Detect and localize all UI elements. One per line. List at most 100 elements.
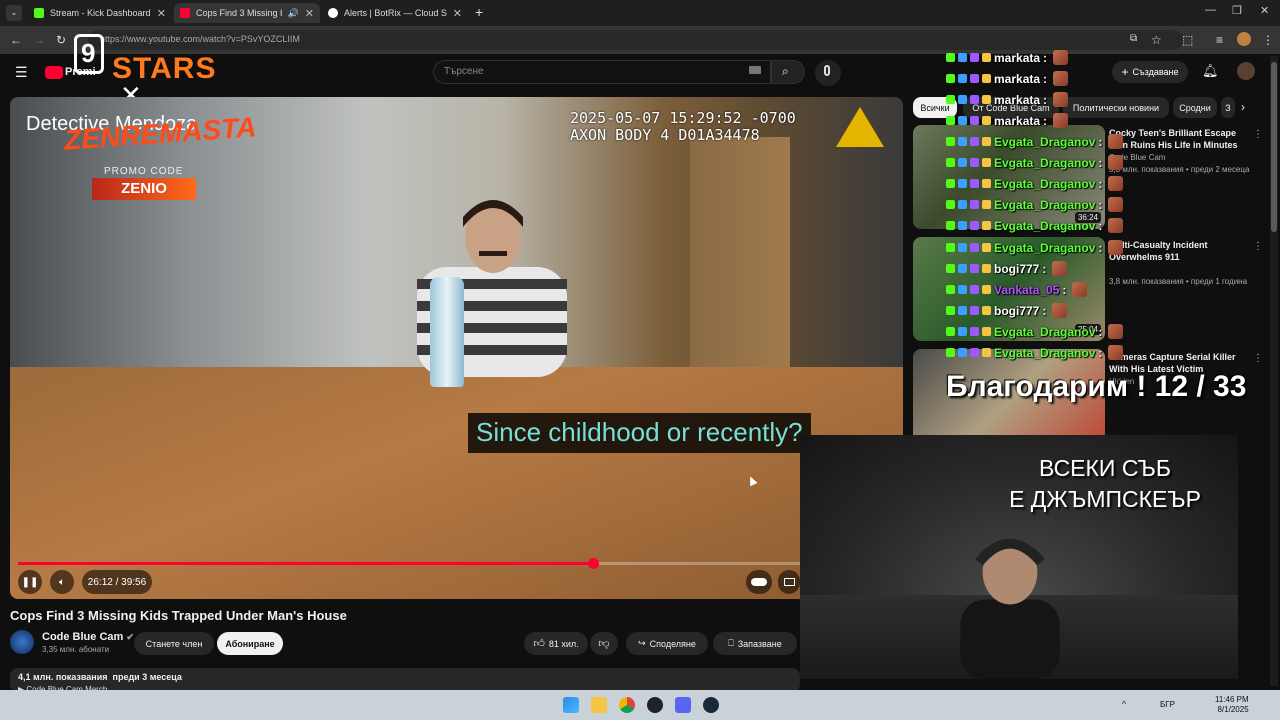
more-options-icon[interactable]: ⋮	[1253, 353, 1263, 364]
speaker-icon[interactable]: 🔊	[288, 8, 299, 19]
chat-badge-icon	[946, 306, 955, 315]
autoplay-toggle[interactable]	[746, 570, 772, 594]
chat-message: Evgata_Draganov:	[946, 176, 1124, 191]
voice-search-button[interactable]	[815, 60, 841, 86]
axon-logo-icon	[836, 107, 884, 147]
reload-icon[interactable]: ↻	[56, 33, 66, 47]
search-button[interactable]: ⌕	[771, 60, 805, 84]
steam-icon[interactable]	[703, 697, 719, 713]
bookmark-star-icon[interactable]: ☆	[1151, 33, 1162, 47]
chat-badge-icon	[958, 74, 967, 83]
channel-avatar[interactable]	[10, 630, 34, 654]
language-indicator[interactable]: БГР	[1160, 700, 1175, 709]
chat-emote-icon	[1108, 176, 1124, 191]
subscriber-count: 3,35 млн. абонати	[42, 645, 110, 654]
save-button[interactable]: ⎕ Запазване	[713, 632, 797, 655]
minimize-icon[interactable]: —	[1205, 4, 1216, 16]
youtube-logo-icon[interactable]	[45, 66, 63, 79]
new-tab-button[interactable]: +	[475, 4, 483, 20]
tab-search-icon[interactable]: ⌄	[6, 5, 22, 21]
back-icon[interactable]: ←	[10, 33, 22, 47]
discord-icon[interactable]	[675, 697, 691, 713]
youtube-favicon-icon	[180, 8, 190, 18]
chat-badge-icon	[970, 200, 979, 209]
chat-message: Evgata_Draganov:	[946, 218, 1124, 233]
chrome-icon[interactable]	[619, 697, 635, 713]
chat-message: Evgata_Draganov:	[946, 240, 1124, 255]
media-controls-icon[interactable]: ≡	[1216, 33, 1223, 47]
more-options-icon[interactable]: ⋮	[1253, 129, 1263, 140]
dislike-button[interactable]: 👎︎	[590, 632, 618, 655]
chat-separator: :	[1098, 345, 1103, 360]
url-field[interactable]: https://www.youtube.com/watch?v=PSvYOZCL…	[88, 30, 1183, 50]
more-options-icon[interactable]: ⋮	[1253, 241, 1263, 252]
tray-chevron-icon[interactable]: ^	[1122, 699, 1126, 709]
hamburger-menu-icon[interactable]: ☰	[15, 64, 28, 81]
chat-badge-icon	[970, 53, 979, 62]
chat-username: bogi777	[994, 303, 1040, 318]
chat-badge-icon	[946, 264, 955, 273]
extensions-icon[interactable]: ⬚	[1182, 33, 1193, 47]
promo-code: ZENIO	[92, 178, 196, 200]
chat-separator: :	[1043, 113, 1048, 128]
tab-kick-dashboard[interactable]: Stream - Kick Dashboard ✕	[28, 3, 172, 23]
chat-badge-icon	[946, 285, 955, 294]
chat-badge-icon	[958, 158, 967, 167]
forward-icon[interactable]: →	[33, 33, 45, 47]
chat-message: bogi777:	[946, 261, 1068, 276]
chat-badge-icon	[946, 179, 955, 188]
chevron-right-icon[interactable]: ›	[1241, 100, 1245, 114]
create-button[interactable]: + Създаване	[1112, 61, 1188, 83]
chat-badge-icon	[946, 243, 955, 252]
chat-separator: :	[1042, 261, 1047, 276]
chat-badge-icon	[958, 53, 967, 62]
chat-separator: :	[1043, 50, 1048, 65]
keyboard-icon[interactable]	[749, 66, 761, 74]
close-tab-icon[interactable]: ✕	[453, 7, 462, 20]
webcam-more-icon[interactable]: ⋮	[1236, 463, 1238, 474]
chat-badge-icon	[982, 158, 991, 167]
channel-name[interactable]: Code Blue Cam ✔	[42, 631, 134, 643]
chip-politics[interactable]: Политически новини	[1063, 97, 1169, 118]
notifications-bell-icon[interactable]: 🔔︎	[1202, 63, 1219, 79]
windows-start-icon[interactable]	[563, 697, 579, 713]
account-avatar[interactable]	[1237, 62, 1255, 80]
taskbar-clock[interactable]: 11:46 PM 8/1/2025	[1215, 695, 1249, 715]
like-button[interactable]: 👍︎ 81 хил.	[524, 632, 588, 655]
chip-more[interactable]: З	[1221, 97, 1235, 118]
chat-badge-icon	[982, 285, 991, 294]
chat-emote-icon	[1053, 50, 1069, 65]
chip-related[interactable]: Сродни	[1173, 97, 1217, 118]
chat-badge-icon	[958, 285, 967, 294]
volume-button[interactable]: 🔈︎	[50, 570, 74, 594]
close-tab-icon[interactable]: ✕	[305, 7, 314, 20]
pause-button[interactable]: ❚❚	[18, 570, 42, 594]
chat-message: markata:	[946, 50, 1069, 65]
subscribe-button[interactable]: Абониране	[217, 632, 283, 655]
window-close-icon[interactable]: ✕	[1260, 4, 1269, 17]
search-input[interactable]: Търсене	[433, 60, 771, 84]
scrollbar-thumb[interactable]	[1271, 62, 1277, 232]
progress-bar[interactable]	[18, 558, 895, 569]
thanks-overlay: Благодарим ! 12 / 33	[946, 370, 1247, 403]
tab-youtube-video[interactable]: Cops Find 3 Missing Kids Tr 🔊 ✕	[174, 3, 320, 23]
profile-avatar[interactable]	[1237, 32, 1251, 46]
chat-badge-icon	[982, 221, 991, 230]
maximize-icon[interactable]: ❐	[1232, 4, 1242, 17]
chat-emote-icon	[1072, 282, 1088, 297]
botrix-favicon-icon	[328, 8, 338, 18]
chat-emote-icon	[1108, 197, 1124, 212]
tab-botrix-alerts[interactable]: Alerts | BotRix — Cloud Stream ✕	[322, 3, 468, 23]
chat-badge-icon	[982, 327, 991, 336]
join-button[interactable]: Станете член	[134, 632, 214, 655]
chat-badge-icon	[982, 243, 991, 252]
description-box[interactable]: 4,1 млн. показвания преди 3 месеца ▶ Cod…	[10, 668, 800, 694]
obs-icon[interactable]	[647, 697, 663, 713]
close-tab-icon[interactable]: ✕	[157, 7, 166, 20]
file-explorer-icon[interactable]	[591, 697, 607, 713]
subtitles-button[interactable]	[778, 570, 800, 594]
browser-menu-icon[interactable]: ⋮	[1262, 33, 1274, 47]
chat-username: markata	[994, 113, 1041, 128]
install-icon[interactable]: ⧉	[1130, 33, 1137, 44]
share-button[interactable]: ↪ Споделяне	[626, 632, 708, 655]
